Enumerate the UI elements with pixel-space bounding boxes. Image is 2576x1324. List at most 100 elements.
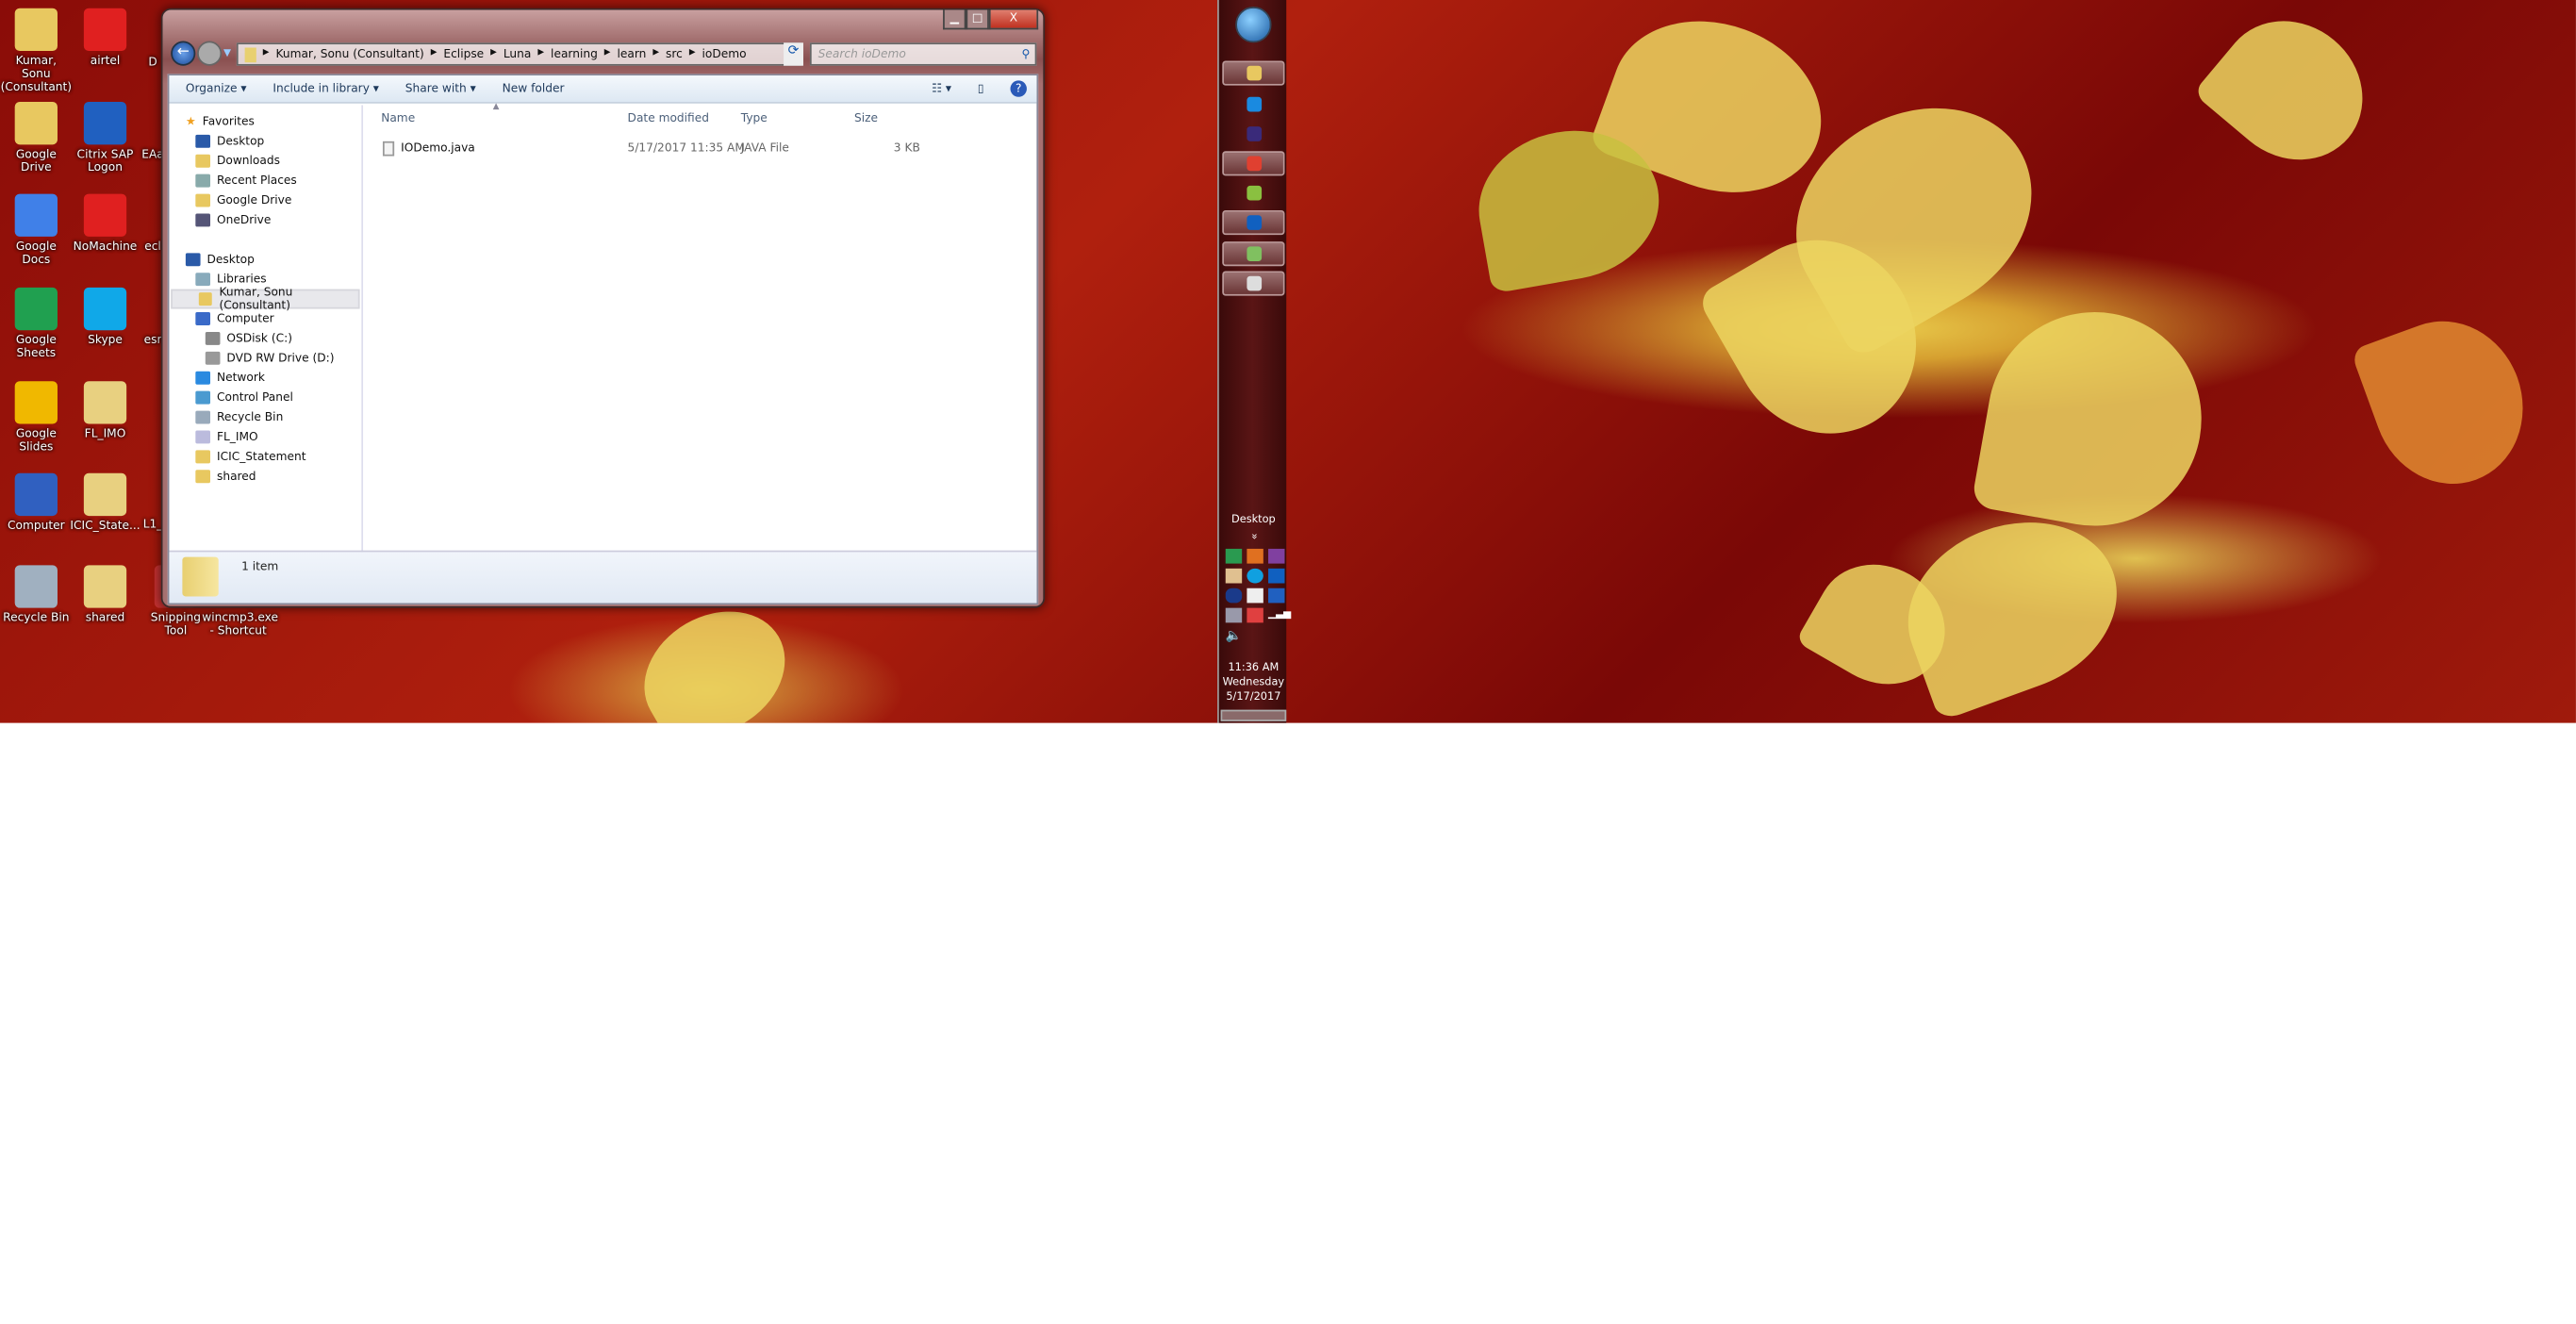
breadcrumb-separator-icon[interactable]: ▶ xyxy=(490,48,497,61)
refresh-button[interactable]: ⟳ xyxy=(784,42,803,66)
column-header-size[interactable]: Size xyxy=(854,111,878,124)
action-center-tray-icon[interactable] xyxy=(1247,607,1263,623)
taskbar-app-button[interactable] xyxy=(1222,241,1285,267)
nav-favorite-item[interactable]: Recent Places xyxy=(169,171,361,190)
desktop-icon-label: Skype xyxy=(88,333,123,347)
breadcrumb-item[interactable]: Luna xyxy=(504,48,532,61)
column-header-name[interactable]: Name xyxy=(381,111,415,124)
taskbar-app-button[interactable] xyxy=(1222,151,1285,176)
breadcrumb-separator-icon[interactable]: ▶ xyxy=(431,48,438,61)
breadcrumb-item[interactable]: Eclipse xyxy=(443,48,484,61)
google-drive-tray-icon[interactable] xyxy=(1225,548,1243,564)
power-tray-icon[interactable] xyxy=(1247,588,1263,604)
breadcrumb-item[interactable]: Kumar, Sonu (Consultant) xyxy=(275,48,423,61)
desktop-icon[interactable]: Kumar, Sonu (Consultant) xyxy=(0,8,73,93)
volume-icon[interactable]: 🔈 xyxy=(1226,628,1242,643)
desktop-icon[interactable]: shared xyxy=(69,565,141,624)
nav-tree-item[interactable]: FL_IMO xyxy=(169,427,361,447)
taskbar-app-button[interactable] xyxy=(1222,271,1285,296)
nav-tree-item[interactable]: OSDisk (C:) xyxy=(169,328,361,348)
maximize-button[interactable]: □ xyxy=(966,9,989,30)
breadcrumb-item[interactable]: learning xyxy=(551,48,598,61)
outlook-tray-icon[interactable] xyxy=(1268,568,1285,584)
preview-pane-icon[interactable]: ▯ xyxy=(978,82,984,95)
nav-tree-item[interactable]: Control Panel xyxy=(169,388,361,407)
nav-desktop[interactable]: Desktop xyxy=(169,250,361,270)
organize-menu[interactable]: Organize ▾ xyxy=(186,82,247,95)
breadcrumb-item[interactable]: learn xyxy=(617,48,646,61)
onenote-tray-icon[interactable] xyxy=(1268,548,1285,564)
column-header-type[interactable]: Type xyxy=(741,111,768,124)
breadcrumb-separator-icon[interactable]: ▶ xyxy=(537,48,544,61)
desktop-icon[interactable]: Google Slides xyxy=(0,381,73,454)
help-icon[interactable]: ? xyxy=(1010,80,1027,97)
nav-favorites[interactable]: ★ Favorites xyxy=(169,111,361,131)
taskbar-app-button[interactable] xyxy=(1222,122,1284,146)
nav-favorite-item[interactable]: Downloads xyxy=(169,151,361,171)
search-input[interactable]: Search ioDemo ⚲ xyxy=(809,42,1037,66)
desktop-icon[interactable]: airtel xyxy=(69,8,141,67)
nav-tree-item[interactable]: Kumar, Sonu (Consultant) xyxy=(171,286,360,312)
clock-date[interactable]: 5/17/2017 xyxy=(1219,690,1288,705)
taskbar-app-button[interactable] xyxy=(1222,181,1284,206)
desktop-icon[interactable]: NoMachine xyxy=(69,193,141,253)
taskbar-app-icon xyxy=(1246,185,1262,201)
desktop-icon[interactable]: Google Docs xyxy=(0,193,73,266)
share-with-menu[interactable]: Share with ▾ xyxy=(405,82,476,95)
desktop-icon[interactable]: FL_IMO xyxy=(69,381,141,440)
nav-favorite-item[interactable]: OneDrive xyxy=(169,210,361,230)
desktop-icon-label: Computer xyxy=(8,519,65,533)
nav-item-icon xyxy=(195,154,211,168)
forward-button[interactable] xyxy=(197,41,223,66)
nav-tree-item[interactable]: Recycle Bin xyxy=(169,407,361,427)
column-header-date[interactable]: Date modified xyxy=(628,111,709,124)
desktop-icon[interactable]: ICIC_State... xyxy=(69,472,141,533)
breadcrumb-separator-icon[interactable]: ▶ xyxy=(652,48,659,61)
nav-favorite-item[interactable]: Desktop xyxy=(169,131,361,151)
nav-tree-item[interactable]: DVD RW Drive (D:) xyxy=(169,348,361,368)
item-count: 1 item xyxy=(241,560,279,574)
desktop-icon[interactable]: Google Drive xyxy=(0,102,73,174)
breadcrumb-item[interactable]: ioDemo xyxy=(702,48,747,61)
close-button[interactable]: X xyxy=(988,9,1039,30)
desktop-icon-label: Google Slides xyxy=(15,426,57,454)
app-tray-icon[interactable] xyxy=(1247,548,1263,564)
nav-tree-item[interactable]: shared xyxy=(169,467,361,487)
clock-day[interactable]: Wednesday xyxy=(1219,675,1288,690)
signal-tray-icon[interactable]: ▁▃▅ xyxy=(1268,608,1291,623)
app-icon xyxy=(14,8,58,52)
security-tray-icon[interactable] xyxy=(1268,588,1285,604)
desktop-icon[interactable]: Recycle Bin xyxy=(0,565,73,624)
file-row[interactable]: IODemo.java 5/17/2017 11:35 AM JAVA File… xyxy=(381,141,923,159)
minimize-button[interactable]: ▁ xyxy=(943,9,966,30)
nav-favorite-item[interactable]: Google Drive xyxy=(169,190,361,210)
breadcrumb-separator-icon[interactable]: ▶ xyxy=(689,48,696,61)
breadcrumb-separator-icon[interactable]: ▶ xyxy=(263,48,270,61)
breadcrumb-item[interactable]: src xyxy=(666,48,683,61)
skype-tray-icon[interactable] xyxy=(1247,568,1263,584)
new-folder-button[interactable]: New folder xyxy=(503,82,565,95)
taskbar-app-button[interactable] xyxy=(1222,92,1284,117)
taskbar-app-button[interactable] xyxy=(1222,210,1285,236)
bluetooth-tray-icon[interactable] xyxy=(1225,588,1243,604)
display-tray-icon[interactable] xyxy=(1225,607,1243,623)
taskbar-app-button[interactable] xyxy=(1222,60,1285,86)
desktop-icon[interactable]: Google Sheets xyxy=(0,287,73,360)
include-in-library-menu[interactable]: Include in library ▾ xyxy=(272,82,379,95)
back-button[interactable]: ← xyxy=(171,41,196,66)
app-icon xyxy=(14,193,58,237)
nav-tree-item[interactable]: ICIC_Statement xyxy=(169,447,361,467)
mail-tray-icon[interactable] xyxy=(1225,568,1243,584)
start-button[interactable] xyxy=(1235,6,1272,43)
breadcrumb-separator-icon[interactable]: ▶ xyxy=(604,48,611,61)
nav-tree-item[interactable]: Network xyxy=(169,368,361,388)
desktop-icon[interactable]: Skype xyxy=(69,287,141,347)
view-options-icon[interactable]: ☷ ▾ xyxy=(932,82,951,95)
desktop-icon[interactable]: Citrix SAP Logon xyxy=(69,102,141,174)
address-bar[interactable]: ▶ Kumar, Sonu (Consultant) ▶ Eclipse ▶ Luna ▶ l… xyxy=(236,42,802,66)
recent-pages-dropdown-icon[interactable]: ▼ xyxy=(223,48,231,59)
nav-item-label: Computer xyxy=(216,312,274,325)
clock-time[interactable]: 11:36 AM xyxy=(1219,660,1288,675)
desktop-icon[interactable]: Computer xyxy=(0,472,73,533)
show-desktop-button[interactable] xyxy=(1220,709,1287,721)
